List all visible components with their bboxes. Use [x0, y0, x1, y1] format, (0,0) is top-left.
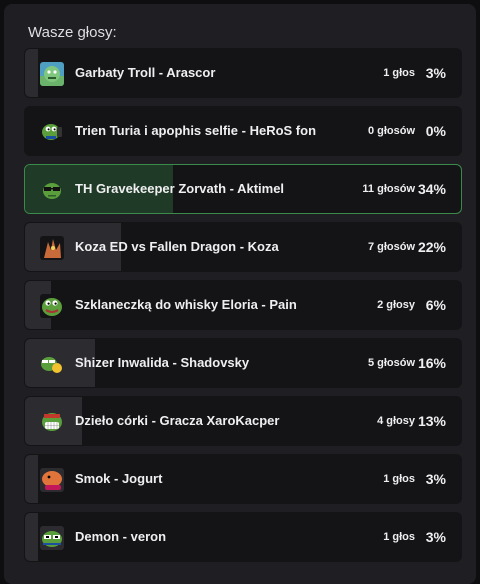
poll-option[interactable]: Demon - veron 1 głos 3%	[24, 512, 462, 562]
poll-option[interactable]: Trien Turia i apophis selfie - HeRoS fon…	[24, 106, 462, 156]
poll-option-vote-count: 7 głosów	[367, 241, 415, 253]
dragon-emote-icon	[40, 236, 64, 260]
poll-option[interactable]: Dzieło córki - Gracza XaroKacper 4 głosy 1…	[24, 396, 462, 446]
poll-option-label: Dzieło córki - Gracza XaroKacper	[75, 413, 280, 428]
troll-emote-icon	[40, 62, 64, 86]
poll-option-label: Koza ED vs Fallen Dragon - Koza	[75, 239, 279, 254]
poll-option-vote-count: 11 głosów	[362, 183, 415, 195]
poll-option-percent: 3%	[425, 529, 446, 545]
poll-option[interactable]: Koza ED vs Fallen Dragon - Koza 7 głosów 2…	[24, 222, 462, 272]
poll-option-label: Trien Turia i apophis selfie - HeRoS fon	[75, 123, 317, 138]
poll-option[interactable]: Szklaneczką do whisky Eloria - Pain 2 gło…	[24, 280, 462, 330]
poll-option-percent: 0%	[425, 123, 446, 139]
poll-option[interactable]: Shizer Inwalida - Shadovsky 5 głosów 16%	[24, 338, 462, 388]
pepe-thumbs-emote-icon	[40, 352, 64, 376]
poll-option-percent: 13%	[417, 413, 446, 429]
poll-option-percent: 3%	[425, 471, 446, 487]
poll-option-label: Smok - Jogurt	[75, 471, 163, 486]
poll-option-label: Shizer Inwalida - Shadovsky	[75, 355, 250, 370]
poll-option-percent: 6%	[425, 297, 446, 313]
poll-option-result-bar	[25, 49, 39, 97]
grin-emote-icon	[40, 410, 64, 434]
poll-option[interactable]: Smok - Jogurt 1 głos 3%	[24, 454, 462, 504]
pepe-emote-icon	[40, 294, 64, 318]
poll-option-vote-count: 4 głosy	[377, 415, 415, 427]
poll-option-result-bar	[25, 513, 39, 561]
pepe-glasses-emote-icon	[40, 178, 64, 202]
pepe-sunglasses-emote-icon	[40, 526, 64, 550]
poll-options-list: Garbaty Troll - Arascor 1 głos 3% Trien Tur…	[24, 48, 462, 570]
poll-title: Wasze głosy:	[28, 24, 117, 41]
poll-option[interactable]: TH Gravekeeper Zorvath - Aktimel 11 głosó…	[24, 164, 462, 214]
poll-option-label: Demon - veron	[75, 529, 167, 544]
poll-option[interactable]: Garbaty Troll - Arascor 1 głos 3%	[24, 48, 462, 98]
orange-creature-emote-icon	[40, 468, 64, 492]
poll-option-percent: 3%	[425, 65, 446, 81]
poll-option-vote-count: 1 głos	[383, 67, 415, 79]
poll-option-percent: 22%	[417, 239, 446, 255]
pepe-phone-emote-icon	[40, 120, 64, 144]
poll-option-label: Szklaneczką do whisky Eloria - Pain	[75, 297, 297, 312]
poll-option-percent: 16%	[417, 355, 446, 371]
poll-option-percent: 34%	[417, 181, 446, 197]
poll-option-label: Garbaty Troll - Arascor	[75, 65, 216, 80]
poll-option-vote-count: 5 głosów	[367, 357, 415, 369]
poll-option-result-bar	[25, 455, 39, 503]
poll-option-vote-count: 2 głosy	[377, 299, 415, 311]
poll-option-vote-count: 1 głos	[383, 473, 415, 485]
poll-option-label: TH Gravekeeper Zorvath - Aktimel	[75, 181, 285, 196]
poll-option-vote-count: 0 głosów	[367, 125, 415, 137]
poll-option-vote-count: 1 głos	[383, 531, 415, 543]
